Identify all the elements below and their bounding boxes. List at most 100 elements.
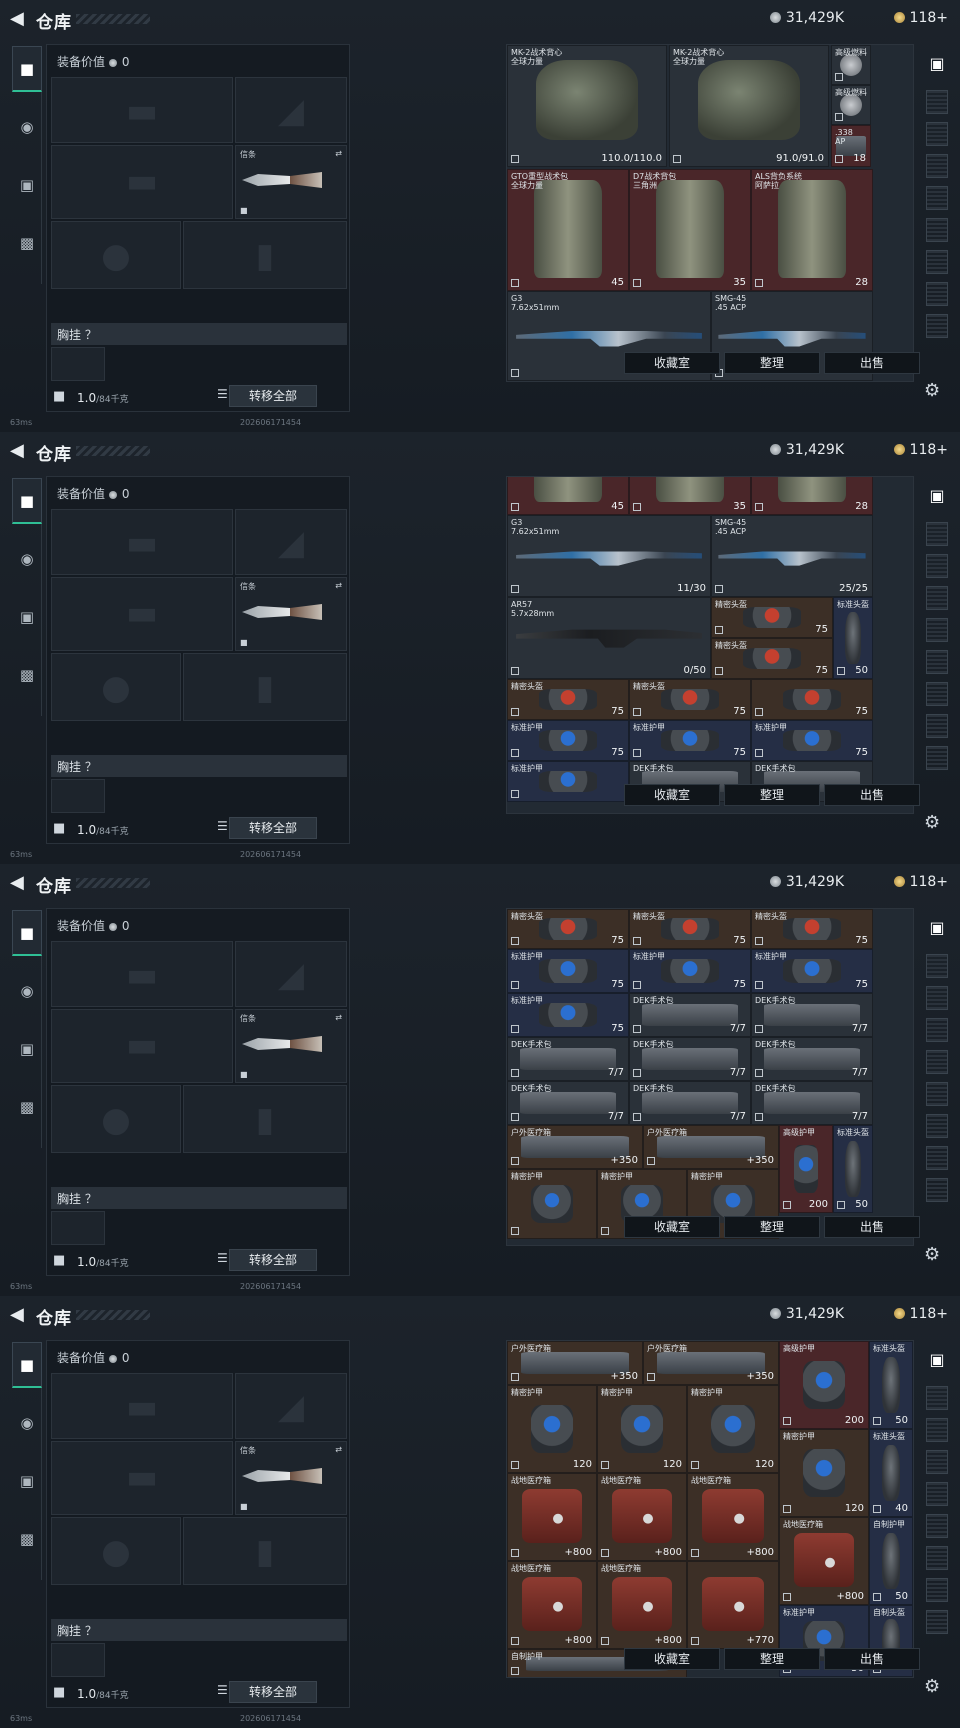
storage-page-icon[interactable] (926, 522, 948, 546)
inventory-item[interactable]: .338 AP 18 (831, 125, 871, 167)
transfer-all-button[interactable]: 转移全部 (229, 1681, 317, 1703)
inventory-item[interactable]: 75 (751, 679, 873, 720)
inventory-item[interactable]: 精密头盔 75 (629, 679, 751, 720)
nav-helmet-icon[interactable]: ◉ (12, 1400, 42, 1446)
nav-armor-icon[interactable]: ▣ (12, 1026, 42, 1072)
sell-button[interactable]: 出售 (824, 784, 920, 806)
storage-page-icon[interactable] (926, 122, 948, 146)
swap-icon[interactable]: ⇄ (335, 581, 342, 590)
storage-page-icon[interactable] (926, 186, 948, 210)
storage-page-icon[interactable] (926, 1146, 948, 1170)
storage-page-icon[interactable] (926, 1514, 948, 1538)
inventory-item[interactable]: MK-2战术背心 全球力量 110.0/110.0 (507, 45, 667, 167)
inventory-item[interactable]: 精密头盔 75 (751, 909, 873, 949)
gear-icon[interactable]: ⚙ (924, 1676, 940, 1697)
inventory-item[interactable]: DEK手术包 7/7 (629, 1081, 751, 1125)
swap-icon[interactable]: ⇄ (335, 1013, 342, 1022)
gold-currency[interactable]: 118+ (893, 1306, 948, 1322)
helmet-slot[interactable]: ● (51, 1517, 181, 1585)
warehouse-grid[interactable]: 户外医疗箱 +350 户外医疗箱 +350 高级护甲 200 标准头盔 50 精密护甲 120 精密… (506, 1340, 914, 1678)
storage-page-icon[interactable] (926, 554, 948, 578)
lock-icon[interactable]: ■ (53, 389, 65, 404)
inventory-item[interactable]: 标准护甲 75 (629, 949, 751, 993)
storage-page-icon[interactable] (926, 1610, 948, 1634)
nav-armor-icon[interactable]: ▣ (12, 594, 42, 640)
melee-slot[interactable]: 信条 ⇄ ■ (235, 1009, 347, 1083)
melee-slot[interactable]: 信条 ⇄ ■ (235, 1441, 347, 1515)
inventory-item[interactable]: 标准头盔 50 (869, 1341, 913, 1429)
shop-icon[interactable]: ▣ (924, 918, 950, 944)
chest-rig-header[interactable]: 胸挂 ？ (51, 1187, 347, 1209)
helmet-slot[interactable]: ● (51, 221, 181, 289)
pistol-slot[interactable]: ◢ (235, 509, 347, 575)
gear-icon[interactable]: ⚙ (924, 812, 940, 833)
storage-page-icon[interactable] (926, 746, 948, 770)
inventory-item[interactable]: ALS背负系统 阿萨拉 28 (751, 169, 873, 291)
pistol-slot[interactable]: ◢ (235, 1373, 347, 1439)
storage-page-icon[interactable] (926, 682, 948, 706)
lock-icon[interactable]: ■ (53, 821, 65, 836)
nav-weapon-icon[interactable]: ■ (12, 1342, 42, 1388)
storage-page-icon[interactable] (926, 1082, 948, 1106)
inventory-item[interactable]: 户外医疗箱 +350 (643, 1341, 779, 1385)
chest-rig-slot[interactable] (51, 779, 105, 813)
secondary-weapon-slot[interactable]: ▬ (51, 577, 233, 651)
chest-rig-header[interactable]: 胸挂 ？ (51, 1619, 347, 1641)
inventory-item[interactable]: DEK手术包 7/7 (629, 1037, 751, 1081)
inventory-item[interactable]: 精密护甲 120 (597, 1385, 687, 1473)
sort-button[interactable]: 整理 (724, 1216, 820, 1238)
inventory-item[interactable]: 高级护甲 200 (779, 1341, 869, 1429)
inventory-item[interactable]: 高级燃料 (831, 45, 871, 85)
storage-page-icon[interactable] (926, 1018, 948, 1042)
shop-icon[interactable]: ▣ (924, 54, 950, 80)
shop-icon[interactable]: ▣ (924, 1350, 950, 1376)
back-arrow-icon[interactable]: ◀ (10, 9, 26, 29)
nav-helmet-icon[interactable]: ◉ (12, 968, 42, 1014)
inventory-item[interactable]: 标准护甲 75 (507, 720, 629, 761)
inventory-item[interactable]: 精密护甲 120 (687, 1385, 779, 1473)
storage-page-icon[interactable] (926, 282, 948, 306)
gold-currency[interactable]: 118+ (893, 874, 948, 890)
melee-slot[interactable]: 信条 ⇄ ■ (235, 577, 347, 651)
storage-page-icon[interactable] (926, 650, 948, 674)
warehouse-grid[interactable]: MK-2战术背心 全球力量 110.0/110.0 MK-2战术背心 全球力量 91.… (506, 44, 914, 382)
inventory-item[interactable]: 标准护甲 75 (751, 720, 873, 761)
storage-page-icon[interactable] (926, 1418, 948, 1442)
transfer-all-button[interactable]: 转移全部 (229, 817, 317, 839)
storage-page-icon[interactable] (926, 586, 948, 610)
inventory-item[interactable]: 精密护甲 120 (507, 1385, 597, 1473)
gear-icon[interactable]: ⚙ (924, 380, 940, 401)
secondary-weapon-slot[interactable]: ▬ (51, 1441, 233, 1515)
inventory-item[interactable]: 标准头盔 50 (833, 597, 873, 679)
gear-icon[interactable]: ⚙ (924, 1244, 940, 1265)
inventory-item[interactable]: DEK手术包 7/7 (751, 1081, 873, 1125)
nav-armor-icon[interactable]: ▣ (12, 162, 42, 208)
inventory-item[interactable]: 精密护甲 120 (779, 1429, 869, 1517)
inventory-item[interactable]: SMG-45 .45 ACP 25/25 (711, 515, 873, 597)
inventory-item[interactable]: 精密护甲 (507, 1169, 597, 1239)
inventory-item[interactable]: 精密头盔 75 (629, 909, 751, 949)
chest-rig-header[interactable]: 胸挂 ？ (51, 755, 347, 777)
storage-page-icon[interactable] (926, 1178, 948, 1202)
inventory-item[interactable]: 标准护甲 75 (751, 949, 873, 993)
inventory-item[interactable]: 高级燃料 (831, 85, 871, 125)
storage-page-icon[interactable] (926, 714, 948, 738)
armor-slot[interactable]: ▮ (183, 653, 347, 721)
inventory-item[interactable]: DEK手术包 7/7 (507, 1037, 629, 1081)
inventory-item[interactable]: 户外医疗箱 +350 (507, 1341, 643, 1385)
storage-page-icon[interactable] (926, 1386, 948, 1410)
secondary-weapon-slot[interactable]: ▬ (51, 145, 233, 219)
nav-backpack-icon[interactable]: ▩ (12, 652, 42, 698)
sort-button[interactable]: 整理 (724, 352, 820, 374)
pistol-slot[interactable]: ◢ (235, 941, 347, 1007)
nav-weapon-icon[interactable]: ■ (12, 478, 42, 524)
inventory-item[interactable]: 45 (507, 477, 629, 515)
storage-page-icon[interactable] (926, 954, 948, 978)
helmet-slot[interactable]: ● (51, 653, 181, 721)
nav-weapon-icon[interactable]: ■ (12, 46, 42, 92)
gold-currency[interactable]: 118+ (893, 10, 948, 26)
storage-page-icon[interactable] (926, 1578, 948, 1602)
sell-button[interactable]: 出售 (824, 1648, 920, 1670)
nav-backpack-icon[interactable]: ▩ (12, 1516, 42, 1562)
primary-weapon-slot[interactable]: ▬ (51, 1373, 233, 1439)
